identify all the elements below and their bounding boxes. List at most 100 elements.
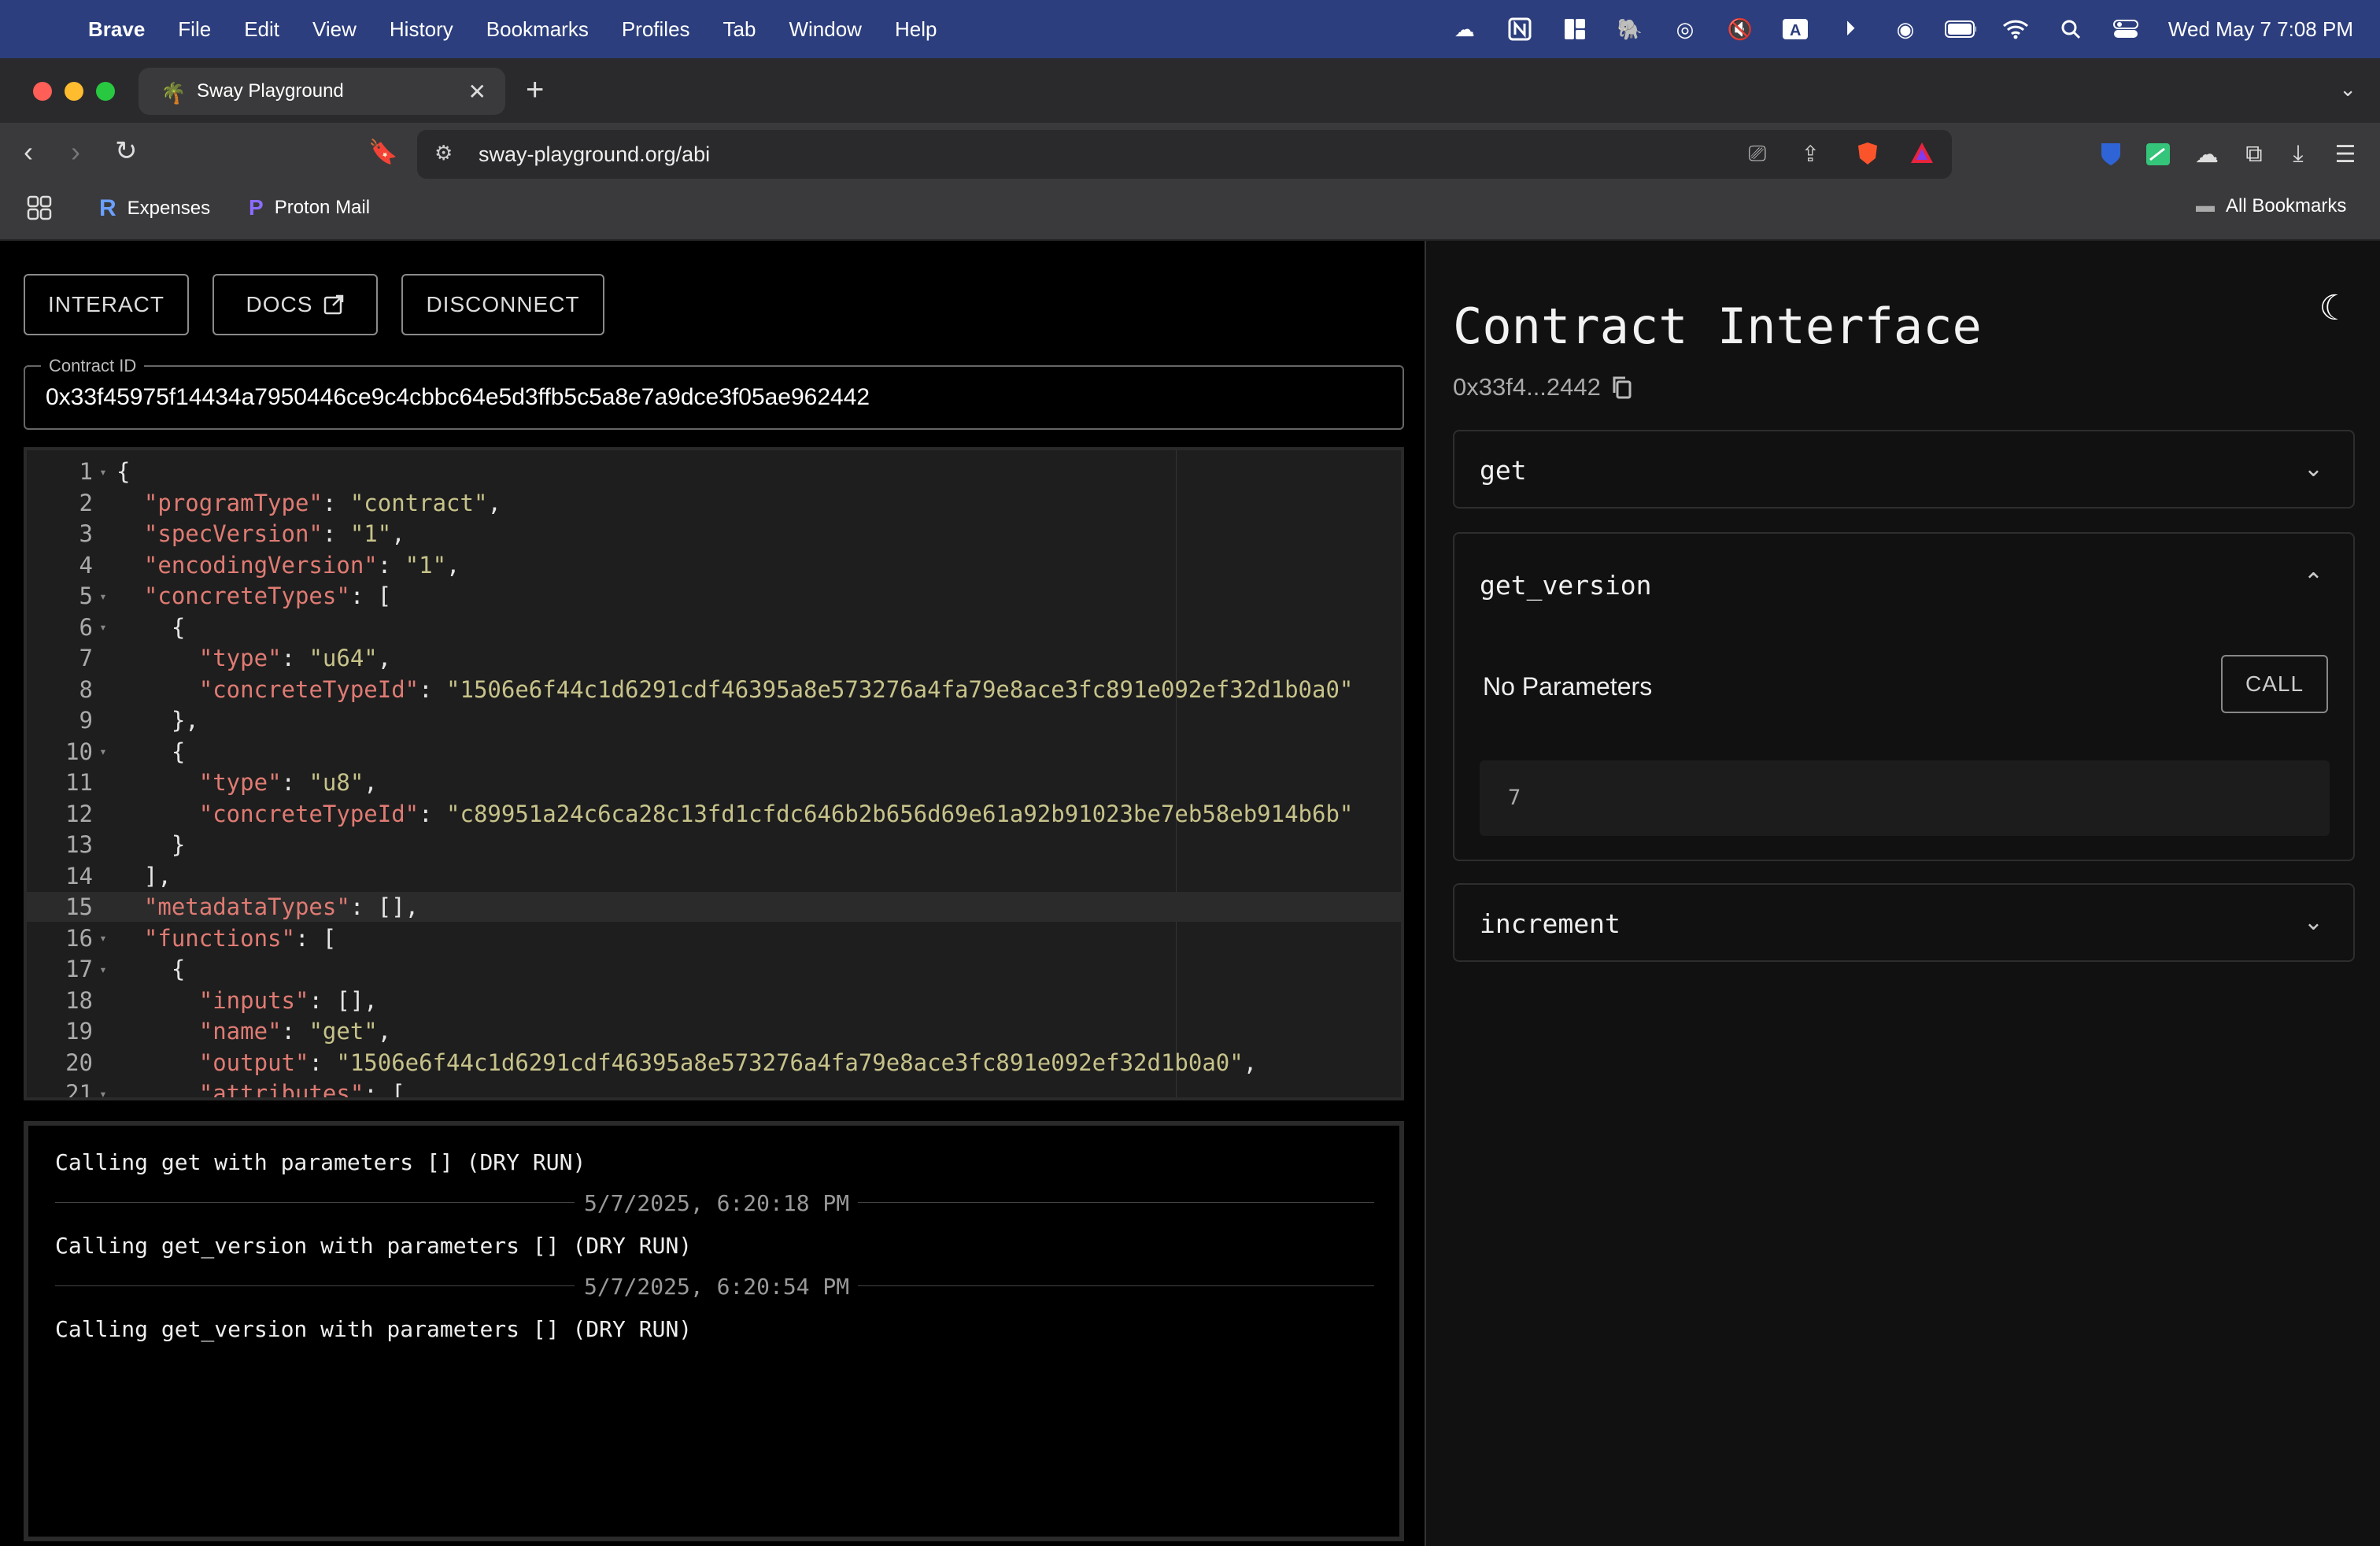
- code-text[interactable]: "attributes": [: [113, 1080, 405, 1097]
- extensions-puzzle-icon[interactable]: ⧉: [2238, 139, 2270, 170]
- copy-icon[interactable]: [1612, 375, 1632, 399]
- code-text[interactable]: "metadataTypes": [],: [113, 893, 419, 920]
- reload-icon[interactable]: ↻: [115, 135, 138, 167]
- menu-window[interactable]: Window: [789, 17, 861, 42]
- editor-line[interactable]: 7 "type": "u64",: [27, 643, 1401, 673]
- address-bar[interactable]: ⚙ sway-playground.org/abi ⎚ ⇪: [417, 130, 1952, 179]
- editor-line[interactable]: 2 "programType": "contract",: [27, 488, 1401, 518]
- editor-line[interactable]: 6 ▾ {: [27, 612, 1401, 642]
- code-text[interactable]: "functions": [: [113, 925, 336, 952]
- chevron-down-icon[interactable]: ⌄: [2304, 908, 2323, 936]
- menu-profiles[interactable]: Profiles: [622, 17, 690, 42]
- code-text[interactable]: "type": "u8",: [113, 769, 378, 796]
- fold-toggle-icon[interactable]: ▾: [93, 1086, 113, 1098]
- abi-code-editor[interactable]: 1 ▾{2 "programType": "contract", 3 "specVe…: [24, 447, 1404, 1100]
- editor-line[interactable]: 1 ▾{: [27, 457, 1401, 486]
- code-text[interactable]: {: [113, 738, 185, 765]
- close-tab-icon[interactable]: ✕: [468, 79, 486, 105]
- share-icon[interactable]: ⇪: [1802, 141, 1820, 167]
- window-manager-icon[interactable]: [1559, 13, 1591, 45]
- menu-bookmarks[interactable]: Bookmarks: [486, 17, 589, 42]
- editor-line[interactable]: 9 },: [27, 705, 1401, 735]
- input-source-icon[interactable]: A: [1779, 13, 1811, 45]
- menu-clock[interactable]: Wed May 7 7:08 PM: [2168, 17, 2353, 42]
- tab-sway-playground[interactable]: 🌴 Sway Playground ✕: [139, 68, 505, 115]
- editor-line[interactable]: 11 "type": "u8",: [27, 767, 1401, 797]
- code-text[interactable]: "output": "1506e6f44c1d6291cdf46395a8e57…: [113, 1049, 1257, 1076]
- fold-toggle-icon[interactable]: ▾: [93, 962, 113, 977]
- forward-icon[interactable]: ›: [71, 135, 80, 168]
- chevron-down-icon[interactable]: ⌄: [2304, 455, 2323, 483]
- contract-id-field[interactable]: Contract ID 0x33f45975f14434a7950446ce9c…: [24, 356, 1404, 430]
- menu-edit[interactable]: Edit: [244, 17, 279, 42]
- fold-toggle-icon[interactable]: ▾: [93, 930, 113, 945]
- editor-line[interactable]: 12 "concreteTypeId": "c89951a24c6ca28c13…: [27, 799, 1401, 829]
- battery-icon[interactable]: [1944, 13, 1976, 45]
- code-text[interactable]: }: [113, 831, 185, 858]
- chevron-up-icon[interactable]: ⌃: [2304, 568, 2323, 596]
- brave-rewards-icon[interactable]: [1909, 141, 1935, 170]
- editor-line[interactable]: 4 "encodingVersion": "1",: [27, 550, 1401, 580]
- editor-line[interactable]: 15 "metadataTypes": [],: [27, 892, 1401, 922]
- downloads-icon[interactable]: ⤓: [2282, 139, 2314, 170]
- minimize-window-button[interactable]: [65, 82, 83, 101]
- cloud-extension-icon[interactable]: ☁: [2191, 139, 2223, 170]
- interact-button[interactable]: INTERACT: [24, 274, 189, 335]
- editor-line[interactable]: 16 ▾ "functions": [: [27, 923, 1401, 953]
- editor-line[interactable]: 8 "concreteTypeId": "1506e6f44c1d6291cdf…: [27, 675, 1401, 705]
- code-text[interactable]: },: [113, 707, 199, 734]
- editor-line[interactable]: 18 "inputs": [],: [27, 986, 1401, 1015]
- dark-mode-toggle-icon[interactable]: ☾: [2319, 288, 2350, 328]
- mute-icon[interactable]: 🔇: [1724, 13, 1756, 45]
- editor-line[interactable]: 3 "specVersion": "1",: [27, 519, 1401, 549]
- cast-icon[interactable]: ⎚: [1749, 141, 1766, 167]
- menu-view[interactable]: View: [312, 17, 357, 42]
- elephant-icon[interactable]: 🐘: [1614, 13, 1646, 45]
- bookmark-proton-mail[interactable]: P Proton Mail: [249, 195, 370, 220]
- editor-line[interactable]: 10 ▾ {: [27, 737, 1401, 767]
- function-accordion-get[interactable]: get ⌄: [1453, 430, 2355, 509]
- all-bookmarks-button[interactable]: ▬ All Bookmarks: [2196, 195, 2346, 217]
- url-text[interactable]: sway-playground.org/abi: [479, 142, 710, 167]
- bookmark-expenses[interactable]: R Expenses: [99, 195, 210, 222]
- function-accordion-get-version[interactable]: get_version ⌃ No Parameters CALL 7: [1453, 532, 2355, 861]
- code-text[interactable]: {: [113, 614, 185, 641]
- user-icon[interactable]: ◉: [1890, 13, 1921, 45]
- fold-toggle-icon[interactable]: ▾: [93, 589, 113, 604]
- code-text[interactable]: "concreteTypes": [: [113, 583, 391, 609]
- fold-toggle-icon[interactable]: ▾: [93, 464, 113, 479]
- call-button[interactable]: CALL: [2221, 655, 2328, 713]
- menu-tab[interactable]: Tab: [723, 17, 756, 42]
- wifi-icon[interactable]: [2000, 13, 2031, 45]
- menu-history[interactable]: History: [390, 17, 453, 42]
- menu-file[interactable]: File: [178, 17, 211, 42]
- zoom-window-button[interactable]: [96, 82, 115, 101]
- code-text[interactable]: "specVersion": "1",: [113, 520, 405, 547]
- editor-line[interactable]: 17 ▾ {: [27, 954, 1401, 984]
- play-icon[interactable]: ⏵: [1835, 13, 1866, 45]
- site-settings-icon[interactable]: ⚙: [434, 141, 453, 165]
- weather-icon[interactable]: ☁: [1449, 13, 1480, 45]
- bitwarden-icon[interactable]: [2095, 139, 2127, 170]
- menu-help[interactable]: Help: [895, 17, 937, 42]
- tab-list-chevron-icon[interactable]: ⌄: [2339, 77, 2356, 102]
- code-text[interactable]: "concreteTypeId": "1506e6f44c1d6291cdf46…: [113, 676, 1354, 703]
- function-accordion-increment[interactable]: increment ⌄: [1453, 883, 2355, 962]
- disconnect-button[interactable]: DISCONNECT: [401, 274, 604, 335]
- code-text[interactable]: "inputs": [],: [113, 987, 378, 1014]
- editor-line[interactable]: 13 }: [27, 830, 1401, 860]
- editor-line[interactable]: 21 ▾ "attributes": [: [27, 1078, 1401, 1098]
- control-center-icon[interactable]: [2110, 13, 2142, 45]
- hamburger-menu-icon[interactable]: ☰: [2330, 139, 2361, 170]
- contract-id-value[interactable]: 0x33f45975f14434a7950446ce9c4cbbc64e5d3f…: [46, 384, 870, 411]
- menu-app-name[interactable]: Brave: [88, 17, 145, 42]
- brave-shields-icon[interactable]: [1856, 141, 1879, 172]
- close-window-button[interactable]: [33, 82, 52, 101]
- editor-line[interactable]: 5 ▾ "concreteTypes": [: [27, 581, 1401, 611]
- notion-icon[interactable]: [1504, 13, 1536, 45]
- fold-toggle-icon[interactable]: ▾: [93, 744, 113, 759]
- grammar-extension-icon[interactable]: [2142, 139, 2174, 170]
- spotlight-search-icon[interactable]: [2055, 13, 2086, 45]
- apps-grid-icon[interactable]: [27, 195, 52, 220]
- screen-recorder-icon[interactable]: ◎: [1669, 13, 1701, 45]
